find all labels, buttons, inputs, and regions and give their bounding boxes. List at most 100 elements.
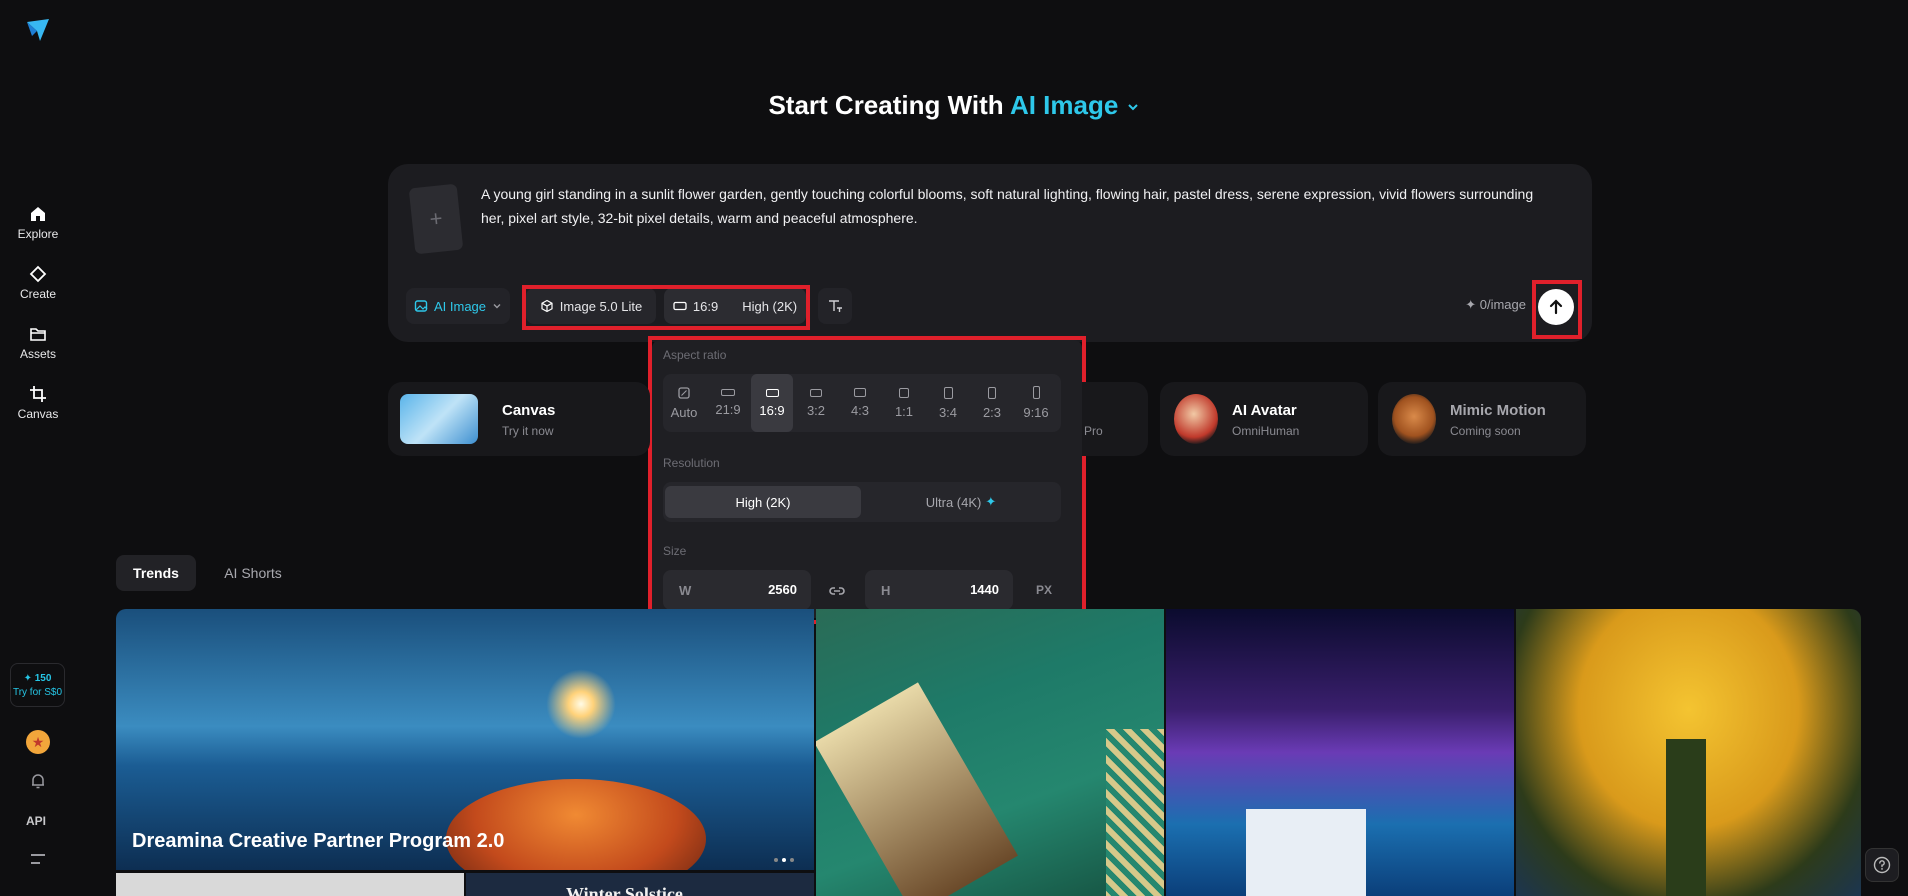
aspect-ratio-options: Auto 21:9 16:9 3:2 4:3 1:1 3:4 2:3 9:16: [663, 374, 1061, 432]
image-icon: [414, 300, 428, 312]
pattern-shape: [1106, 729, 1164, 896]
sidebar-item-label: Create: [19, 287, 57, 301]
gallery-card-title: Winter Solstice: [566, 884, 683, 896]
title-accent: AI Image: [1009, 90, 1119, 120]
gallery-thumbnail-rowing[interactable]: [816, 609, 1164, 896]
ratio-option-9-16[interactable]: 9:16: [1015, 374, 1057, 432]
feature-title: Canvas: [502, 402, 556, 419]
ratio-label: 9:16: [1023, 405, 1049, 420]
ratio-shape-icon: [943, 386, 953, 399]
feature-subtitle: Pro: [1084, 424, 1103, 438]
ratio-option-2-3[interactable]: 2:3: [971, 374, 1013, 432]
ratio-shape-icon: [988, 386, 996, 399]
mode-switcher[interactable]: AI Image: [1010, 90, 1140, 120]
tree-trunk: [1666, 739, 1706, 896]
ratio-label: 3:2: [806, 402, 826, 418]
ratio-option-4-3[interactable]: 4:3: [839, 374, 881, 432]
sidebar-item-assets[interactable]: Assets: [8, 317, 68, 369]
tab-trends[interactable]: Trends: [116, 555, 196, 591]
mimic-thumbnail: [1392, 394, 1436, 444]
banner-hill: [446, 779, 706, 870]
crop-icon: [30, 386, 46, 402]
sidebar-item-label: Canvas: [17, 407, 59, 421]
ratio-label: Auto: [670, 404, 698, 420]
tab-label: AI Shorts: [224, 565, 282, 581]
page-title: Start Creating With AI Image: [0, 90, 1908, 121]
menu-icon[interactable]: [29, 852, 47, 866]
arrow-up-icon: [1549, 299, 1563, 315]
feature-subtitle: Coming soon: [1450, 424, 1521, 438]
width-key: W: [679, 583, 692, 598]
resolution-options: High (2K) Ultra (4K) ✦: [663, 482, 1061, 522]
help-button[interactable]: [1865, 848, 1899, 882]
prompt-panel: + A young girl standing in a sunlit flow…: [388, 164, 1592, 342]
link-icon[interactable]: [827, 581, 847, 601]
height-value: 1440: [970, 582, 999, 597]
height-input[interactable]: H 1440: [865, 570, 1013, 610]
house-shape: [1246, 809, 1366, 896]
gallery-thumbnail-pool[interactable]: [1166, 609, 1514, 896]
model-select-button[interactable]: Image 5.0 Lite: [526, 288, 656, 324]
api-link[interactable]: API: [26, 814, 46, 828]
feature-subtitle: OmniHuman: [1232, 424, 1300, 438]
bell-icon[interactable]: [29, 772, 47, 790]
home-icon: [31, 207, 45, 221]
ratio-label: 4:3: [850, 403, 870, 418]
ratio-shape-icon: [899, 387, 909, 398]
tab-label: Trends: [133, 565, 179, 581]
sidebar-item-create[interactable]: Create: [8, 257, 68, 309]
ratio-label: 16:9: [759, 402, 785, 418]
avatar-thumbnail: [1174, 394, 1218, 444]
generate-button[interactable]: [1538, 289, 1574, 325]
resolution-option-ultra[interactable]: Ultra (4K) ✦: [863, 486, 1059, 518]
app-logo-icon[interactable]: [24, 16, 52, 44]
feature-card-canvas[interactable]: Canvas Try it now: [388, 382, 650, 456]
chevron-down-icon: [493, 304, 501, 309]
avatar[interactable]: ★: [26, 730, 50, 754]
gallery-thumbnail-tree[interactable]: [1516, 609, 1861, 896]
ratio-option-1-1[interactable]: 1:1: [883, 374, 925, 432]
prompt-input[interactable]: A young girl standing in a sunlit flower…: [481, 182, 1541, 230]
feature-card-mimic-motion[interactable]: Mimic Motion Coming soon: [1378, 382, 1586, 456]
aspect-ratio-dropdown: Aspect ratio Auto 21:9 16:9 3:2 4:3 1:1 …: [652, 340, 1082, 618]
resolution-option-high[interactable]: High (2K): [665, 486, 861, 518]
feature-card-ai-avatar[interactable]: AI Avatar OmniHuman: [1160, 382, 1368, 456]
width-input[interactable]: W 2560: [663, 570, 811, 610]
quality-label: High (2K): [742, 298, 798, 314]
feature-title: AI Avatar: [1232, 402, 1297, 419]
folder-icon: [30, 328, 46, 341]
carousel-dot[interactable]: [790, 858, 794, 862]
ratio-option-16-9[interactable]: 16:9: [751, 374, 793, 432]
ratio-quality-button[interactable]: 16:9 High (2K): [664, 288, 806, 324]
reference-upload-button[interactable]: +: [408, 183, 464, 255]
ratio-option-3-4[interactable]: 3:4: [927, 374, 969, 432]
ratio-option-auto[interactable]: Auto: [663, 374, 705, 432]
pegasus-thumbnail: [400, 394, 478, 444]
credits-count: ✦ 150: [23, 672, 52, 684]
cost-per-image: ✦ 0/image: [1465, 297, 1526, 312]
text-style-button[interactable]: [818, 288, 852, 324]
ratio-option-3-2[interactable]: 3:2: [795, 374, 837, 432]
gallery-thumbnail[interactable]: [116, 873, 464, 896]
carousel-dots[interactable]: [774, 849, 798, 867]
mode-select-button[interactable]: AI Image: [406, 288, 510, 324]
sidebar-item-explore[interactable]: Explore: [8, 197, 68, 249]
ratio-label: 2:3: [982, 404, 1002, 420]
aspect-ratio-heading: Aspect ratio: [663, 348, 727, 362]
resolution-heading: Resolution: [663, 456, 720, 470]
feature-title: Mimic Motion: [1450, 402, 1546, 419]
ratio-label: 1:1: [894, 403, 914, 419]
plus-icon: +: [428, 205, 444, 232]
mode-label: AI Image: [433, 298, 487, 314]
carousel-dot[interactable]: [782, 858, 786, 862]
carousel-dot[interactable]: [774, 858, 778, 862]
tab-ai-shorts[interactable]: AI Shorts: [210, 555, 296, 591]
sidebar-item-canvas[interactable]: Canvas: [8, 377, 68, 429]
auto-ratio-icon: [678, 386, 690, 399]
title-prefix: Start Creating With: [768, 90, 1004, 120]
chevron-down-icon: [1127, 104, 1138, 111]
ratio-shape-icon: [765, 388, 779, 397]
credits-trial-button[interactable]: ✦ 150 Try for S$0: [10, 663, 65, 707]
ratio-option-21-9[interactable]: 21:9: [707, 374, 749, 432]
left-sidebar: Explore Create Assets Canvas ✦ 150 Try f…: [0, 0, 76, 896]
